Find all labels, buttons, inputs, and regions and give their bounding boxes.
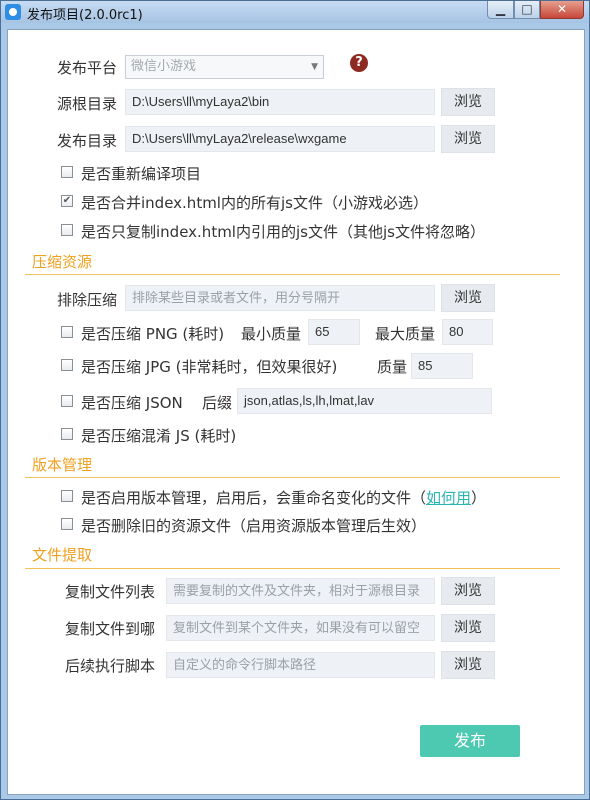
copy-to-input[interactable]: 复制文件到某个文件夹，如果没有可以留空 xyxy=(166,615,435,641)
post-script-label: 后续执行脚本 xyxy=(65,657,156,675)
publish-dir-label: 发布目录 xyxy=(57,132,118,150)
version-divider xyxy=(25,477,560,478)
copy-list-input[interactable]: 需要复制的文件及文件夹，相对于源根目录 xyxy=(166,578,435,604)
merge-js-label: 是否合并index.html内的所有js文件（小游戏必选） xyxy=(81,194,428,212)
question-circle-icon[interactable]: ? xyxy=(350,54,368,72)
png-max-quality-label: 最大质量 xyxy=(375,325,436,343)
platform-label: 发布平台 xyxy=(57,59,118,77)
enable-version-checkbox[interactable] xyxy=(61,490,73,502)
platform-select[interactable]: 微信小游戏 ▼ xyxy=(125,55,324,79)
laya-app-icon xyxy=(5,4,21,20)
post-script-browse-button[interactable]: 浏览 xyxy=(441,651,495,679)
files-divider xyxy=(25,568,560,569)
jpg-quality-label: 质量 xyxy=(377,358,408,376)
compress-json-checkbox[interactable] xyxy=(61,395,73,407)
platform-select-value: 微信小游戏 xyxy=(131,59,197,74)
enable-version-label: 是否启用版本管理，启用后，会重命名变化的文件（如何用） xyxy=(81,487,486,508)
publish-dir-browse-button[interactable]: 浏览 xyxy=(441,125,495,153)
window-title: 发布项目(2.0.0rc1) xyxy=(27,8,143,23)
maximize-button[interactable]: □ xyxy=(514,1,540,19)
source-dir-browse-button[interactable]: 浏览 xyxy=(441,88,495,116)
compress-png-checkbox[interactable] xyxy=(61,326,73,338)
title-bar[interactable]: 发布项目(2.0.0rc1) ▁ □ ✕ xyxy=(1,1,589,23)
png-min-quality-input[interactable]: 65 xyxy=(308,319,360,345)
source-dir-input[interactable]: D:\Users\ll\myLaya2\bin xyxy=(125,89,435,115)
how-to-use-link[interactable]: 如何用 xyxy=(426,489,471,507)
delete-old-checkbox[interactable] xyxy=(61,518,73,530)
merge-js-checkbox[interactable]: ✔ xyxy=(61,195,73,207)
exclude-browse-button[interactable]: 浏览 xyxy=(441,284,495,312)
exclude-input[interactable]: 排除某些目录或者文件，用分号隔开 xyxy=(125,285,435,311)
source-dir-label: 源根目录 xyxy=(57,95,118,113)
enable-version-tail: ） xyxy=(471,489,487,507)
chevron-down-icon: ▼ xyxy=(311,62,318,72)
exclude-label: 排除压缩 xyxy=(57,291,118,309)
compress-json-label: 是否压缩 JSON xyxy=(81,394,183,412)
recompile-label: 是否重新编译项目 xyxy=(81,165,202,183)
publish-dir-input[interactable]: D:\Users\ll\myLaya2\release\wxgame xyxy=(125,126,435,152)
compress-section-title: 压缩资源 xyxy=(32,253,93,271)
delete-old-label: 是否删除旧的资源文件（启用资源版本管理后生效） xyxy=(81,517,427,535)
publish-window: 发布项目(2.0.0rc1) ▁ □ ✕ 发布平台 微信小游戏 ▼ ? 源根目录… xyxy=(0,0,590,800)
version-section-title: 版本管理 xyxy=(32,456,93,474)
png-max-quality-input[interactable]: 80 xyxy=(442,319,493,345)
compress-js-label: 是否压缩混淆 JS (耗时) xyxy=(81,427,237,445)
enable-version-text: 是否启用版本管理，启用后，会重命名变化的文件（ xyxy=(81,489,427,507)
compress-jpg-label: 是否压缩 JPG (非常耗时，但效果很好) xyxy=(81,358,338,376)
png-min-quality-label: 最小质量 xyxy=(241,325,302,343)
copy-to-label: 复制文件到哪 xyxy=(65,620,156,638)
compress-divider xyxy=(25,274,560,275)
json-suffix-input[interactable]: json,atlas,ls,lh,lmat,lav xyxy=(237,388,492,414)
compress-png-label: 是否压缩 PNG (耗时) xyxy=(81,325,225,343)
files-section-title: 文件提取 xyxy=(32,546,93,564)
publish-button[interactable]: 发布 xyxy=(420,725,520,757)
post-script-input[interactable]: 自定义的命令行脚本路径 xyxy=(166,652,435,678)
json-suffix-label: 后缀 xyxy=(202,394,233,412)
minimize-button[interactable]: ▁ xyxy=(487,1,514,19)
close-button[interactable]: ✕ xyxy=(540,1,584,19)
compress-jpg-checkbox[interactable] xyxy=(61,359,73,371)
compress-js-checkbox[interactable] xyxy=(61,428,73,440)
copy-only-js-checkbox[interactable] xyxy=(61,224,73,236)
copy-list-label: 复制文件列表 xyxy=(65,583,156,601)
copy-only-js-label: 是否只复制index.html内引用的js文件（其他js文件将忽略） xyxy=(81,223,485,241)
copy-to-browse-button[interactable]: 浏览 xyxy=(441,614,495,642)
recompile-checkbox[interactable] xyxy=(61,166,73,178)
copy-list-browse-button[interactable]: 浏览 xyxy=(441,577,495,605)
jpg-quality-input[interactable]: 85 xyxy=(411,353,473,379)
